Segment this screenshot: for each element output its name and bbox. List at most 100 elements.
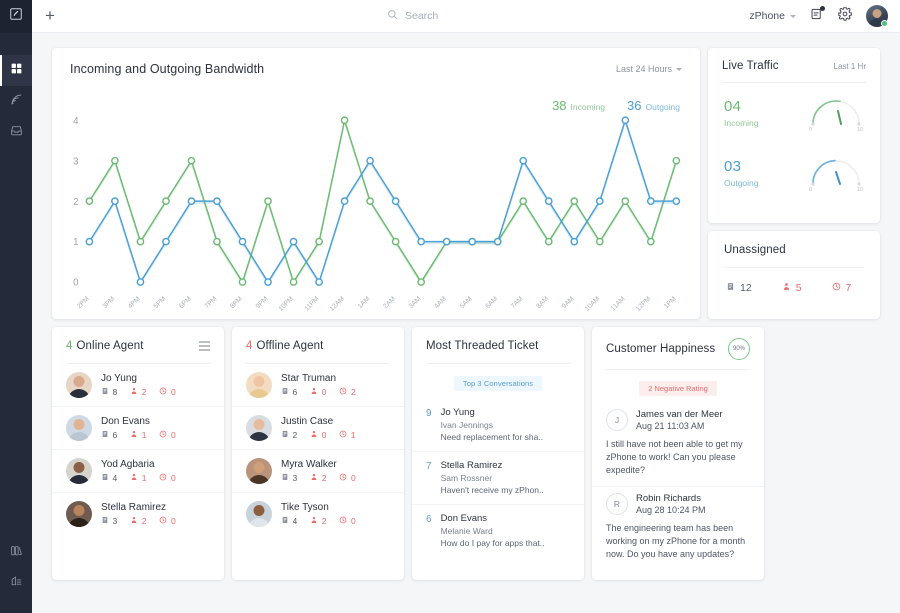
clock-icon: [339, 430, 347, 440]
agent-row[interactable]: Justin Case201: [232, 407, 404, 450]
bandwidth-range-label: Last 24 Hours: [616, 64, 672, 74]
tickets-title: Most Threaded Ticket: [426, 340, 538, 352]
avatar: [66, 458, 92, 484]
user-alert-icon: [310, 516, 318, 526]
online-agents-title: 4 Online Agent: [66, 340, 144, 352]
sidebar-item-library[interactable]: [0, 537, 32, 568]
sidebar-item-inbox[interactable]: [0, 117, 32, 148]
tickets-badge-wrap: Top 3 Conversations: [412, 364, 584, 399]
ticket-row[interactable]: 6Don EvansMelanie WardHow do I pay for a…: [412, 505, 584, 557]
svg-text:5AM: 5AM: [459, 295, 474, 310]
agent-stat-overdue: 1: [339, 430, 355, 440]
ticket-row[interactable]: 9Jo YungIvan JenningsNeed replacement fo…: [412, 399, 584, 452]
agent-stat-alerts: 2: [130, 387, 146, 397]
sidebar-item-reports[interactable]: [0, 568, 32, 599]
threaded-tickets-card: Most Threaded Ticket Top 3 Conversations…: [412, 327, 584, 580]
clock-icon: [339, 387, 347, 397]
ticket-count: 7: [426, 460, 432, 495]
svg-text:12AM: 12AM: [329, 295, 347, 313]
sidebar-item-dashboard[interactable]: [0, 55, 32, 86]
agent-row[interactable]: Tike Tyson420: [232, 493, 404, 535]
search-box[interactable]: [387, 7, 545, 25]
live-traffic-card: Live Traffic Last 1 Hr 04 Incoming: [708, 48, 880, 223]
agent-overdue-value: 0: [351, 473, 356, 483]
svg-text:1AM: 1AM: [357, 295, 372, 310]
rail-compose-button[interactable]: [0, 0, 32, 33]
ticket-agent: Stella Ramirez: [441, 460, 544, 471]
user-avatar-button[interactable]: [866, 5, 888, 27]
agent-row[interactable]: Jo Yung820: [52, 364, 224, 407]
agent-stat-overdue: 0: [159, 430, 175, 440]
review-author: Robin Richards: [636, 493, 706, 504]
agent-name: Jo Yung: [101, 373, 176, 384]
ticket-icon: [101, 430, 109, 440]
agent-stat-overdue: 2: [339, 387, 355, 397]
agent-stat-tickets: 3: [281, 473, 297, 483]
svg-text:4: 4: [73, 116, 79, 127]
rail-nav-list: [0, 55, 32, 148]
dashboard-content: Incoming and Outgoing Bandwidth Last 24 …: [32, 33, 900, 613]
online-agents-list: Jo Yung820 Don Evans610 Yod Agbaria410Stel…: [52, 364, 224, 535]
agent-stats: 602: [281, 387, 356, 397]
agent-stat-tickets: 3: [101, 516, 117, 526]
agent-row[interactable]: Yod Agbaria410: [52, 450, 224, 493]
header-actions: zPhone: [749, 5, 900, 27]
legend-item-incoming: 38 Incoming: [552, 98, 605, 113]
svg-text:6AM: 6AM: [484, 295, 499, 310]
customer-happiness-card: Customer Happiness 90% 2 Negative Rating…: [592, 327, 764, 580]
agent-row[interactable]: Star Truman602: [232, 364, 404, 407]
legend-item-outgoing: 36 Outgoing: [627, 98, 680, 113]
settings-button[interactable]: [838, 7, 852, 26]
gear-icon: [838, 7, 852, 26]
review-header: R Robin RichardsAug 28 10:24 PM: [606, 493, 750, 515]
brand-selector[interactable]: zPhone: [749, 10, 796, 22]
main-region: + zPhone: [32, 0, 900, 613]
offline-agents-card: 4 Offline Agent Star Truman602Justin Cas…: [232, 327, 404, 580]
agent-row[interactable]: Myra Walker320: [232, 450, 404, 493]
review-item[interactable]: JJames van der MeerAug 21 11:03 AMI stil…: [592, 403, 764, 487]
clock-icon: [159, 430, 167, 440]
ticket-row[interactable]: 7Stella RamirezSam RossnerHaven't receiv…: [412, 452, 584, 505]
clock-icon: [339, 516, 347, 526]
svg-text:8AM: 8AM: [535, 295, 550, 310]
search-input[interactable]: [405, 10, 545, 22]
avatar: [66, 501, 92, 527]
live-traffic-range[interactable]: Last 1 Hr: [834, 62, 866, 71]
user-alert-icon: [310, 430, 318, 440]
review-meta: Robin RichardsAug 28 10:24 PM: [636, 493, 706, 515]
bandwidth-range-selector[interactable]: Last 24 Hours: [616, 64, 682, 74]
ticket-message: How do I pay for apps that..: [441, 538, 545, 548]
agent-tickets-value: 6: [113, 430, 118, 440]
agent-stat-overdue: 0: [339, 473, 355, 483]
clock-icon: [159, 516, 167, 526]
sidebar-item-broadcast[interactable]: [0, 86, 32, 117]
unassigned-tickets-value: 12: [740, 282, 752, 294]
offline-agents-header: 4 Offline Agent: [232, 327, 404, 363]
avatar: [66, 372, 92, 398]
agent-info: Don Evans610: [101, 416, 176, 440]
legend-outgoing-value: 36: [627, 98, 641, 113]
clock-icon: [159, 387, 167, 397]
hamburger-menu-icon[interactable]: [199, 341, 210, 350]
user-alert-icon: [310, 473, 318, 483]
live-traffic-outgoing-value: 03: [724, 158, 759, 175]
clock-icon: [159, 473, 167, 483]
agent-stat-tickets: 6: [281, 387, 297, 397]
clock-icon: [339, 473, 347, 483]
agent-overdue-value: 0: [351, 516, 356, 526]
agent-row[interactable]: Stella Ramirez320: [52, 493, 224, 535]
search-icon: [387, 7, 398, 25]
avatar: [246, 501, 272, 527]
unassigned-header: Unassigned: [708, 231, 880, 267]
live-traffic-header: Live Traffic Last 1 Hr: [708, 48, 880, 82]
agent-row[interactable]: Don Evans610: [52, 407, 224, 450]
ticket-customer: Ivan Jennings: [441, 420, 544, 430]
notifications-button[interactable]: [810, 7, 824, 26]
svg-text:10PM: 10PM: [278, 295, 296, 313]
ticket-icon: [281, 473, 289, 483]
review-item[interactable]: R Robin RichardsAug 28 10:24 PM The engine…: [592, 487, 764, 570]
new-tab-button[interactable]: +: [32, 0, 68, 33]
live-traffic-title: Live Traffic: [722, 60, 779, 72]
avatar: R: [606, 493, 628, 515]
review-message: The engineering team has been working on…: [606, 522, 750, 561]
